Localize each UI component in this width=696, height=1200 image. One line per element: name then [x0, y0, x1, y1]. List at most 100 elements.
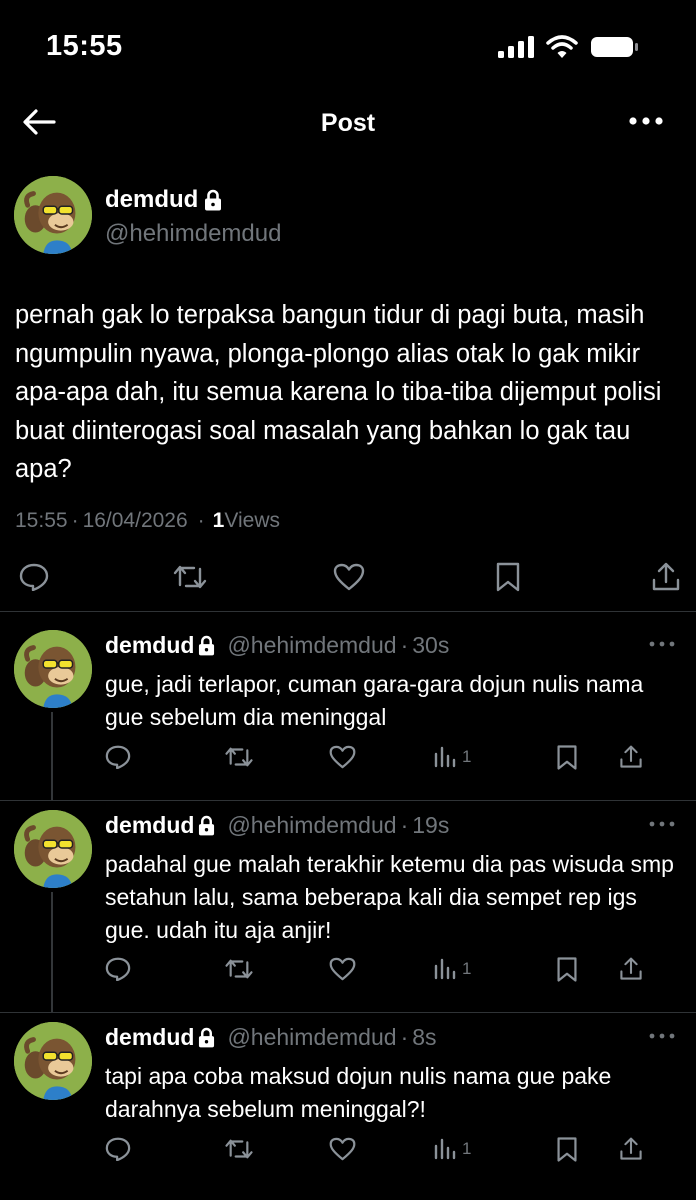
- reply-button[interactable]: [105, 1134, 131, 1164]
- post-time: 15:55: [15, 509, 68, 532]
- bookmark-button[interactable]: [556, 742, 578, 772]
- reply-icon: [105, 745, 131, 769]
- meta-separator: ·: [197, 509, 205, 532]
- post-header: Post: [0, 95, 696, 155]
- repost-button[interactable]: [224, 954, 254, 984]
- reply-text: gue, jadi terlapor, cuman gara-gara doju…: [105, 671, 644, 730]
- divider: [0, 1012, 696, 1013]
- reply-time: 8s: [412, 1024, 437, 1050]
- share-button[interactable]: [648, 559, 684, 595]
- status-icons: [498, 35, 638, 59]
- reply-header: demdud @hehimdemdud · 19s: [105, 812, 449, 839]
- cellular-signal-icon: [498, 36, 534, 58]
- reply-button[interactable]: [105, 742, 131, 772]
- more-options-button[interactable]: [626, 109, 666, 133]
- bookmark-icon: [557, 956, 577, 982]
- like-button[interactable]: [331, 559, 367, 595]
- display-name[interactable]: demdud: [105, 186, 198, 214]
- display-name[interactable]: demdud: [105, 812, 194, 839]
- author-handle[interactable]: @hehimdemdud: [227, 632, 396, 659]
- share-icon: [620, 1137, 642, 1160]
- thread-line: [51, 892, 53, 1012]
- reply-icon: [19, 563, 49, 591]
- views-button[interactable]: 1: [434, 742, 471, 772]
- author-handle[interactable]: @hehimdemdud: [227, 812, 396, 839]
- share-button[interactable]: [619, 742, 643, 772]
- share-icon: [620, 745, 642, 768]
- reply-button[interactable]: [105, 954, 131, 984]
- reply-time: 19s: [412, 812, 450, 838]
- lock-icon: [199, 635, 215, 656]
- bookmark-icon: [557, 1136, 577, 1162]
- like-button[interactable]: [329, 954, 356, 984]
- more-horizontal-icon: [629, 117, 663, 125]
- reply-actions: 1: [0, 742, 696, 774]
- post-text: pernah gak lo terpaksa bangun tidur di p…: [15, 301, 662, 483]
- share-icon: [652, 562, 680, 591]
- bar-chart-icon: [434, 746, 456, 768]
- views-count: 1: [462, 747, 472, 766]
- reply-text: padahal gue malah terakhir ketemu dia pa…: [105, 851, 674, 943]
- share-button[interactable]: [619, 1134, 643, 1164]
- display-name[interactable]: demdud: [105, 632, 194, 659]
- repost-icon: [225, 747, 253, 767]
- author-name[interactable]: demdud: [105, 186, 222, 214]
- status-time: 15:55: [46, 30, 123, 62]
- avatar[interactable]: [14, 630, 92, 708]
- repost-icon: [225, 959, 253, 979]
- share-icon: [620, 957, 642, 980]
- page-title: Post: [320, 109, 376, 137]
- bookmark-icon: [557, 744, 577, 770]
- views-label: Views: [224, 509, 280, 532]
- author-handle[interactable]: @hehimdemdud: [105, 220, 281, 248]
- heart-icon: [333, 563, 365, 591]
- post-actions: [0, 559, 696, 599]
- divider: [0, 611, 696, 612]
- battery-icon: [591, 37, 638, 57]
- avatar[interactable]: [14, 1022, 92, 1100]
- repost-button[interactable]: [224, 742, 254, 772]
- bookmark-button[interactable]: [490, 559, 526, 595]
- bar-chart-icon: [434, 958, 456, 980]
- more-horizontal-icon[interactable]: [648, 640, 676, 648]
- bookmark-icon: [496, 562, 520, 592]
- reply-header: demdud @hehimdemdud · 30s: [105, 632, 449, 659]
- avatar[interactable]: [14, 176, 92, 254]
- lock-icon: [199, 815, 215, 836]
- more-horizontal-icon[interactable]: [648, 1032, 676, 1040]
- views-button[interactable]: 1: [434, 1134, 471, 1164]
- post-meta: 15:55 · 16/04/2026 · 1Views: [15, 509, 280, 533]
- views-count-wrap[interactable]: 1Views: [213, 509, 280, 533]
- reply-time: 30s: [412, 632, 450, 658]
- meta-separator: ·: [400, 1024, 409, 1050]
- meta-separator: ·: [400, 812, 409, 838]
- display-name[interactable]: demdud: [105, 1024, 194, 1051]
- repost-icon: [173, 565, 207, 589]
- views-count: 1: [462, 959, 472, 978]
- post-date: 16/04/2026: [82, 509, 188, 532]
- reply-actions: 1: [0, 1134, 696, 1166]
- bookmark-button[interactable]: [556, 1134, 578, 1164]
- reply-icon: [105, 1137, 131, 1161]
- like-button[interactable]: [329, 1134, 356, 1164]
- repost-icon: [225, 1139, 253, 1159]
- views-count: 1: [462, 1139, 472, 1158]
- bookmark-button[interactable]: [556, 954, 578, 984]
- more-horizontal-icon[interactable]: [648, 820, 676, 828]
- author-handle[interactable]: @hehimdemdud: [227, 1024, 396, 1051]
- like-button[interactable]: [329, 742, 356, 772]
- lock-icon: [199, 1027, 215, 1048]
- heart-icon: [329, 957, 356, 981]
- reply-text: tapi apa coba maksud dojun nulis nama gu…: [105, 1063, 612, 1122]
- repost-button[interactable]: [172, 559, 208, 595]
- heart-icon: [329, 1137, 356, 1161]
- status-bar: 15:55: [0, 0, 696, 95]
- avatar[interactable]: [14, 810, 92, 888]
- repost-button[interactable]: [224, 1134, 254, 1164]
- bar-chart-icon: [434, 1138, 456, 1160]
- meta-separator: ·: [400, 632, 409, 658]
- reply-button[interactable]: [16, 559, 52, 595]
- views-button[interactable]: 1: [434, 954, 471, 984]
- views-count: 1: [212, 509, 225, 532]
- share-button[interactable]: [619, 954, 643, 984]
